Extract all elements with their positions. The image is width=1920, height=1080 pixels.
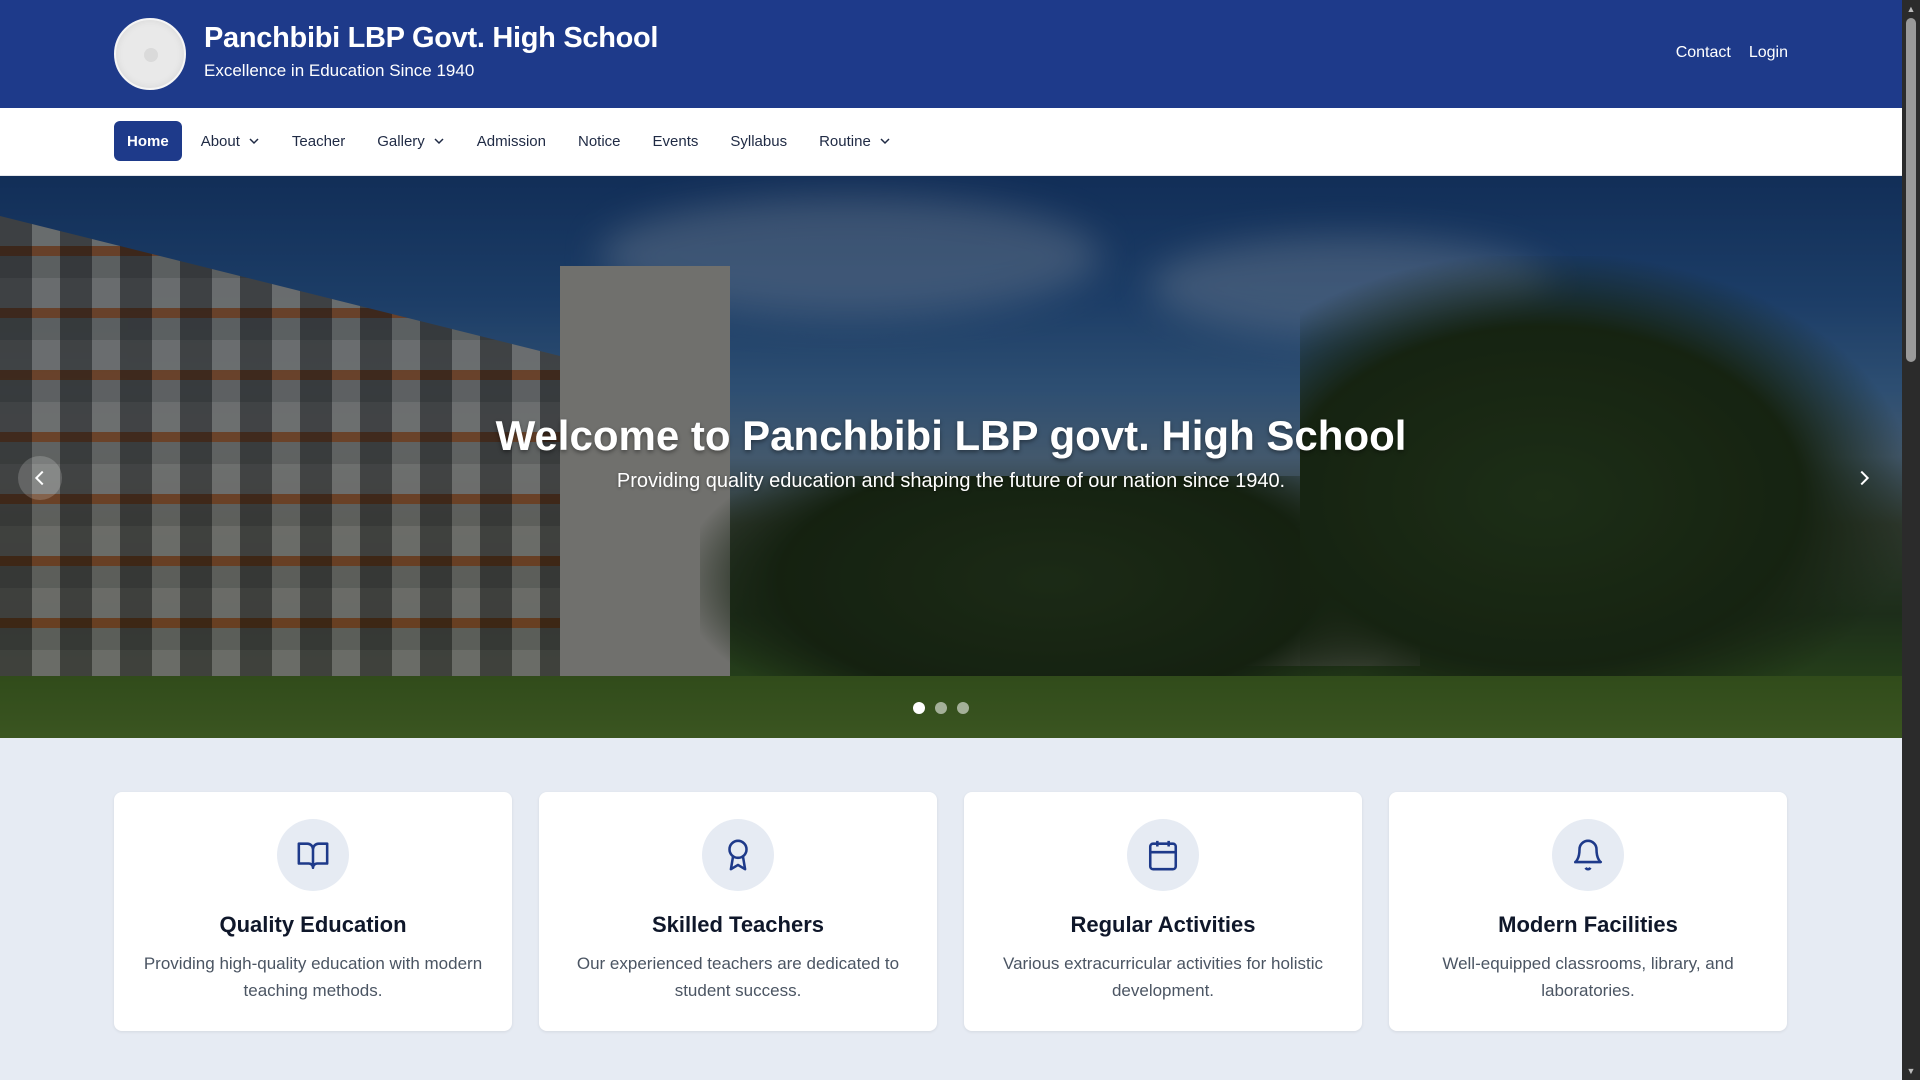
feature-card-regular-activities: Regular Activities Various extracurricul… xyxy=(964,792,1362,1031)
feature-text: Our experienced teachers are dedicated t… xyxy=(576,954,900,1000)
feature-title: Modern Facilities xyxy=(1498,912,1678,937)
nav-item-label: About xyxy=(200,132,240,150)
carousel-dot-1[interactable] xyxy=(913,702,925,714)
book-open-icon xyxy=(277,819,349,891)
chevron-left-icon xyxy=(34,470,44,486)
carousel-dot-3[interactable] xyxy=(957,702,969,714)
chevron-right-icon xyxy=(1860,470,1870,486)
login-link[interactable]: Login xyxy=(1749,44,1788,62)
nav-item-label: Home xyxy=(127,132,169,150)
nav-item-label: Admission xyxy=(476,132,546,150)
nav-item-label: Gallery xyxy=(377,132,425,150)
site-header: Panchbibi LBP Govt. High School Excellen… xyxy=(0,0,1902,108)
nav-item-notice[interactable]: Notice xyxy=(565,121,634,161)
feature-card-skilled-teachers: Skilled Teachers Our experienced teacher… xyxy=(539,792,937,1031)
school-name[interactable]: Panchbibi LBP Govt. High School xyxy=(204,22,659,55)
nav-item-label: Routine xyxy=(819,132,871,150)
hero-subtitle: Providing quality education and shaping … xyxy=(616,470,1286,492)
chevron-down-icon xyxy=(248,135,260,147)
nav-item-gallery[interactable]: Gallery xyxy=(364,121,458,161)
scroll-up-arrow-icon[interactable]: ▲ xyxy=(1902,0,1920,18)
feature-title: Regular Activities xyxy=(1070,912,1256,937)
nav-item-admission[interactable]: Admission xyxy=(464,121,559,161)
nav-item-label: Teacher xyxy=(291,132,346,150)
main-navbar: Home About Teacher Gallery Admission Not… xyxy=(0,108,1902,176)
school-tagline: Excellence in Education Since 1940 xyxy=(204,61,475,80)
scroll-down-arrow-icon[interactable]: ▼ xyxy=(1902,1062,1920,1080)
chevron-down-icon xyxy=(879,135,891,147)
nav-item-events[interactable]: Events xyxy=(640,121,712,161)
features-section: Quality Education Providing high-quality… xyxy=(114,792,1788,1031)
feature-card-quality-education: Quality Education Providing high-quality… xyxy=(114,792,512,1031)
school-logo[interactable] xyxy=(114,18,186,90)
feature-text: Providing high-quality education with mo… xyxy=(143,954,483,1000)
feature-title: Quality Education xyxy=(219,912,407,937)
top-links: Contact Login xyxy=(1676,44,1788,62)
nav-item-teacher[interactable]: Teacher xyxy=(279,121,358,161)
nav-item-about[interactable]: About xyxy=(188,121,273,161)
feature-card-modern-facilities: Modern Facilities Well-equipped classroo… xyxy=(1389,792,1787,1031)
nav-item-routine[interactable]: Routine xyxy=(806,121,904,161)
nav-list: Home About Teacher Gallery Admission Not… xyxy=(114,121,910,161)
carousel-indicators xyxy=(0,702,1902,714)
chevron-down-icon xyxy=(433,135,445,147)
nav-item-syllabus[interactable]: Syllabus xyxy=(717,121,800,161)
hero-carousel: Welcome to Panchbibi LBP govt. High Scho… xyxy=(0,176,1902,738)
scrollbar-thumb[interactable] xyxy=(1906,18,1916,362)
page-scrollbar[interactable]: ▲ ▼ xyxy=(1902,0,1920,1080)
bell-icon xyxy=(1552,819,1624,891)
contact-link[interactable]: Contact xyxy=(1676,44,1731,62)
hero-title: Welcome to Panchbibi LBP govt. High Scho… xyxy=(495,412,1407,459)
carousel-next-button[interactable] xyxy=(1842,456,1886,500)
carousel-prev-button[interactable] xyxy=(18,456,62,500)
feature-text: Well-equipped classrooms, library, and l… xyxy=(1442,954,1734,1000)
calendar-icon xyxy=(1127,819,1199,891)
carousel-dot-2[interactable] xyxy=(935,702,947,714)
award-icon xyxy=(702,819,774,891)
nav-item-label: Events xyxy=(652,132,699,150)
feature-title: Skilled Teachers xyxy=(651,912,824,937)
feature-text: Various extracurricular activities for h… xyxy=(1003,954,1323,1000)
nav-item-label: Notice xyxy=(577,132,621,150)
nav-item-label: Syllabus xyxy=(730,132,788,150)
nav-item-home[interactable]: Home xyxy=(114,121,182,161)
